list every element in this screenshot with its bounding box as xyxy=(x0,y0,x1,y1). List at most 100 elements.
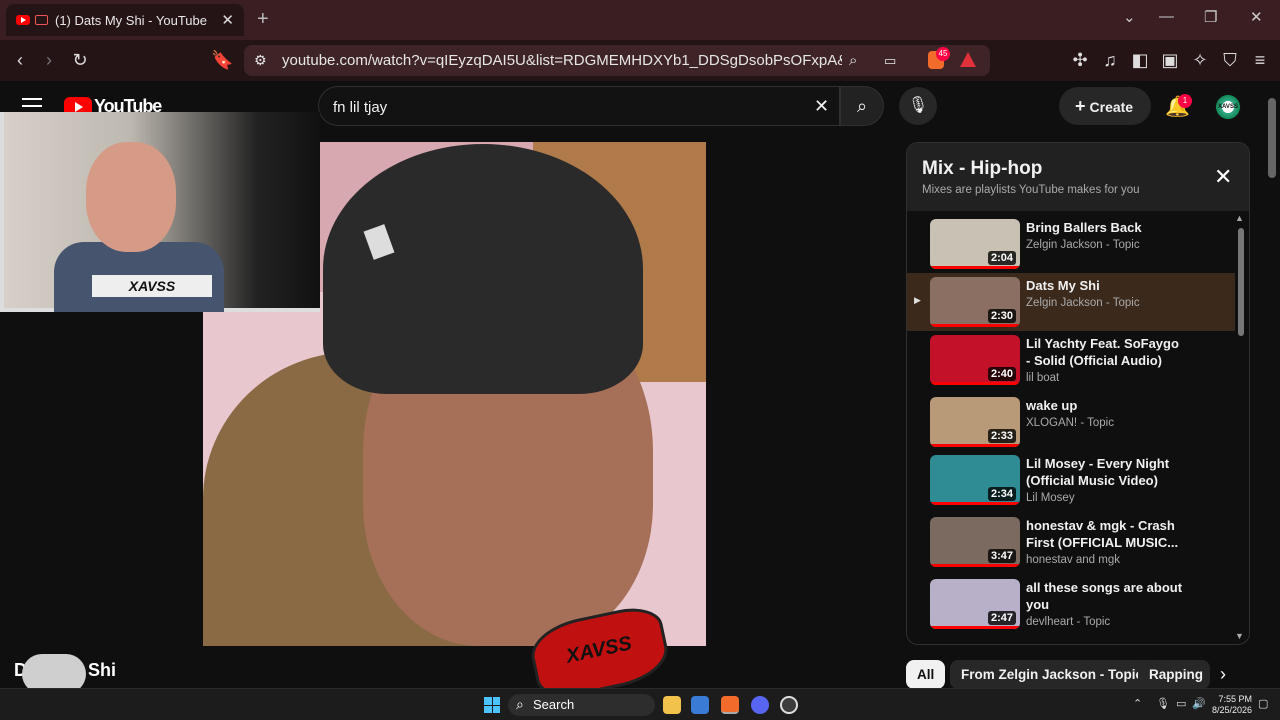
address-bar[interactable]: ⚙ youtube.com/watch?v=qIEyzqDAI5U&list=R… xyxy=(244,45,990,76)
playlist-item-thumbnail[interactable]: 2:30 xyxy=(930,277,1020,327)
sidebar-icon[interactable]: ◧ xyxy=(1129,49,1151,71)
minimize-icon[interactable]: — xyxy=(1159,8,1174,25)
brave-browser-icon[interactable] xyxy=(721,696,739,714)
chip-from-zelgin-jackson[interactable]: From Zelgin Jackson - Topic xyxy=(950,660,1155,689)
cast-icon[interactable]: ▭ xyxy=(884,53,896,69)
playlist-item-channel[interactable]: honestav and mgk xyxy=(1026,554,1186,566)
new-tab-button[interactable]: + xyxy=(257,8,269,31)
playlist-item-title[interactable]: Lil Yachty Feat. SoFaygo - Solid (Offici… xyxy=(1026,335,1186,369)
playlist-item[interactable]: 2:40 Lil Yachty Feat. SoFaygo - Solid (Of… xyxy=(907,331,1235,393)
tray-overflow-icon[interactable]: ⌃ xyxy=(1133,697,1142,710)
playlist-item-thumbnail[interactable]: 2:33 xyxy=(930,397,1020,447)
reload-icon[interactable]: ↻ xyxy=(69,49,91,71)
watched-progress-bar xyxy=(930,564,1020,567)
tab-close-icon[interactable]: ✕ xyxy=(221,11,234,29)
playlist-item-title[interactable]: Dats My Shi xyxy=(1026,277,1186,294)
app-icon[interactable] xyxy=(780,696,798,714)
notification-center-icon[interactable]: ▢ xyxy=(1258,697,1268,710)
tab-search-chevron-icon[interactable]: ⌄ xyxy=(1123,8,1136,26)
duration-badge: 3:47 xyxy=(987,549,1016,563)
playlist-item-title[interactable]: honestav & mgk - Crash First (OFFICIAL M… xyxy=(1026,517,1186,551)
playlist-scrollbar[interactable] xyxy=(1238,228,1244,336)
playlist-item-text: Lil Yachty Feat. SoFaygo - Solid (Offici… xyxy=(1026,335,1186,384)
chip-all[interactable]: All xyxy=(906,660,946,689)
playlist-item-text: honestav & mgk - Crash First (OFFICIAL M… xyxy=(1026,517,1186,566)
voice-search-button[interactable]: 🎙 xyxy=(899,87,937,125)
tray-volume-icon[interactable]: 🔊 xyxy=(1192,697,1206,710)
playlist-item[interactable]: 2:33 wake up XLOGAN! - Topic xyxy=(907,393,1235,451)
playlist-item-text: Bring Ballers Back Zelgin Jackson - Topic xyxy=(1026,219,1186,251)
playlist-item-title[interactable]: Bring Ballers Back xyxy=(1026,219,1186,236)
brave-rewards-icon[interactable] xyxy=(960,52,976,67)
forward-icon[interactable]: › xyxy=(38,49,60,71)
create-label: Create xyxy=(1089,99,1134,115)
search-button[interactable]: ⌕ xyxy=(840,86,884,126)
youtube-favicon-icon xyxy=(16,15,30,25)
playlist-title[interactable]: Mix - Hip-hop xyxy=(922,158,1042,180)
playlist-item-channel[interactable]: Zelgin Jackson - Topic xyxy=(1026,297,1186,309)
leo-ai-icon[interactable]: ✧ xyxy=(1189,49,1211,71)
browser-tab[interactable]: (1) Dats My Shi - YouTube ✕ xyxy=(6,4,244,36)
webcam-person-head xyxy=(86,142,176,252)
playlist-item-channel[interactable]: Lil Mosey xyxy=(1026,492,1186,504)
window-close-icon[interactable]: ✕ xyxy=(1250,8,1263,26)
playlist-item-channel[interactable]: devlheart - Topic xyxy=(1026,616,1186,628)
wallet-icon[interactable]: ▣ xyxy=(1159,49,1181,71)
playlist-close-icon[interactable]: ✕ xyxy=(1214,164,1232,190)
site-settings-icon[interactable]: ⚙ xyxy=(254,52,267,69)
playlist-item[interactable]: 2:34 Lil Mosey - Every Night (Official Mu… xyxy=(907,451,1235,513)
clear-search-icon[interactable]: ✕ xyxy=(814,96,829,117)
playlist-item-thumbnail[interactable]: 2:47 xyxy=(930,579,1020,629)
playlist-scroll-up-icon[interactable]: ▲ xyxy=(1235,213,1244,223)
playlist-item-thumbnail[interactable]: 3:47 xyxy=(930,517,1020,567)
plus-icon: + xyxy=(1075,96,1086,116)
playlist-scroll-down-icon[interactable]: ▼ xyxy=(1235,631,1244,641)
playlist-item-thumbnail[interactable]: 2:34 xyxy=(930,455,1020,505)
playlist-item-channel[interactable]: XLOGAN! - Topic xyxy=(1026,417,1186,429)
chip-rapping[interactable]: Rapping xyxy=(1138,660,1210,689)
playlist-item[interactable]: 2:04 Bring Ballers Back Zelgin Jackson - T… xyxy=(907,215,1235,273)
page-scrollbar[interactable] xyxy=(1268,98,1276,178)
playlist-subtitle: Mixes are playlists YouTube makes for yo… xyxy=(922,184,1140,196)
taskbar-search[interactable]: Search xyxy=(508,693,655,716)
back-icon[interactable]: ‹ xyxy=(9,49,31,71)
playlist-item-thumbnail[interactable]: 2:04 xyxy=(930,219,1020,269)
zoom-icon[interactable]: ⌕ xyxy=(849,52,857,69)
playlist-item-title[interactable]: all these songs are about you xyxy=(1026,579,1186,613)
video-frame-beanie xyxy=(323,144,643,394)
extensions-icon[interactable]: ✣ xyxy=(1069,49,1091,71)
file-explorer-icon[interactable] xyxy=(663,696,681,714)
vpn-icon[interactable]: ⛉ xyxy=(1219,49,1241,71)
start-button-icon[interactable] xyxy=(484,697,500,713)
duration-badge: 2:33 xyxy=(987,429,1016,443)
tray-mic-icon[interactable]: 🎙 xyxy=(1156,697,1170,710)
store-icon[interactable] xyxy=(691,696,709,714)
search-input[interactable]: fn lil tjay xyxy=(318,86,840,126)
watched-progress-bar xyxy=(930,626,1020,629)
watched-progress-bar xyxy=(930,502,1020,505)
duration-badge: 2:30 xyxy=(987,309,1016,323)
playlist-item-thumbnail[interactable]: 2:40 xyxy=(930,335,1020,385)
playlist-item[interactable]: 3:47 honestav & mgk - Crash First (OFFICI… xyxy=(907,513,1235,575)
chips-next-icon[interactable]: › xyxy=(1220,664,1226,685)
playlist-item-title[interactable]: wake up xyxy=(1026,397,1186,414)
restore-icon[interactable]: ❐ xyxy=(1204,8,1217,26)
taskbar-clock[interactable]: 7:55 PM 8/25/2026 xyxy=(1212,694,1252,716)
playlist-item-channel[interactable]: Zelgin Jackson - Topic xyxy=(1026,239,1186,251)
playlist-item-channel[interactable]: lil boat xyxy=(1026,372,1186,384)
tray-network-icon[interactable]: ▭ xyxy=(1176,697,1186,710)
playlist-item-title[interactable]: Lil Mosey - Every Night (Official Music … xyxy=(1026,455,1186,489)
tab-audio-icon[interactable] xyxy=(35,15,48,25)
account-avatar[interactable]: XAVSS xyxy=(1214,93,1242,121)
windows-taskbar: Search ⌃ 🎙 ▭ 🔊 7:55 PM 8/25/2026 ▢ xyxy=(0,688,1280,720)
webcam-overlay: XAVSS xyxy=(0,112,320,312)
playlist-item[interactable]: 2:47 all these songs are about you devlhea… xyxy=(907,575,1235,633)
video-title: Dats My Shi xyxy=(14,654,116,694)
brave-shields-badge: 45 xyxy=(936,47,950,61)
bookmark-icon[interactable]: 🔖 xyxy=(211,49,233,71)
menu-icon[interactable]: ≡ xyxy=(1249,49,1271,71)
create-button[interactable]: + Create xyxy=(1059,87,1151,125)
media-icon[interactable]: ♫ xyxy=(1099,49,1121,71)
discord-icon[interactable] xyxy=(751,696,769,714)
playlist-item[interactable]: ▶ 2:30 Dats My Shi Zelgin Jackson - Topic xyxy=(907,273,1235,331)
